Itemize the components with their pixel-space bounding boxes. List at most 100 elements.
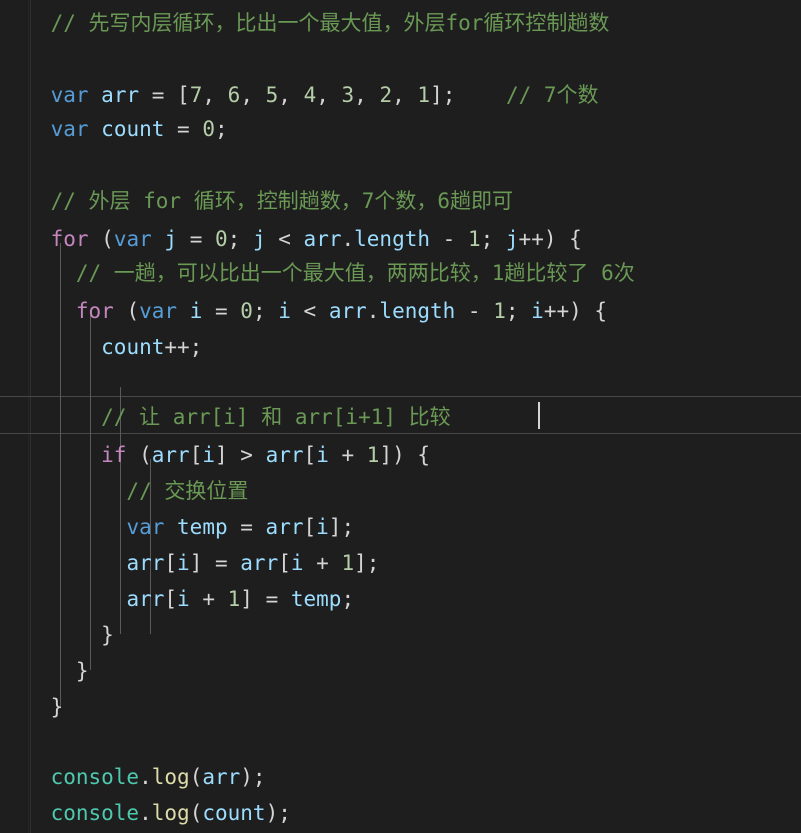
code-token: // 先写内层循环，比出一个最大值，外层for循环控制趟数 <box>0 11 610 35</box>
code-token: [ <box>303 443 317 467</box>
code-token: for <box>50 227 89 251</box>
line-comment-inner-pass[interactable]: // 一趟，可以比出一个最大值，两两比较，1趟比较了 6次 <box>0 256 801 290</box>
code-token: 0 <box>240 299 253 323</box>
line-if-compare[interactable]: if (arr[i] > arr[i + 1]) { <box>0 438 801 472</box>
code-token: = <box>227 515 266 539</box>
code-token: j <box>505 227 519 251</box>
line-blank-2[interactable] <box>0 146 801 180</box>
line-for-j[interactable]: for (var j = 0; j < arr.length - 1; j++)… <box>0 222 801 256</box>
code-token: . <box>366 299 380 323</box>
line-var-arr[interactable]: var arr = [7, 6, 5, 4, 3, 2, 1]; // 7个数 <box>0 78 801 112</box>
code-token: console <box>50 801 140 825</box>
code-token: i <box>189 299 203 323</box>
line-assign-arr-i-plus-1[interactable]: arr[i + 1] = temp; <box>0 582 801 616</box>
code-token: , <box>278 83 304 107</box>
code-token: arr <box>240 551 279 575</box>
line-close-for-i[interactable]: } <box>0 654 801 688</box>
code-token: i <box>316 443 329 467</box>
code-token: console <box>50 765 140 789</box>
code-token: arr <box>126 587 165 611</box>
code-token: i <box>290 551 304 575</box>
code-token: ( <box>189 765 203 789</box>
code-token: arr <box>265 515 304 539</box>
line-close-if[interactable]: } <box>0 618 801 652</box>
code-token: ++ <box>543 299 570 323</box>
code-token: i <box>177 587 190 611</box>
line-close-for-j[interactable]: } <box>0 690 801 724</box>
code-editor[interactable]: // 先写内层循环，比出一个最大值，外层for循环控制趟数 var arr = … <box>0 0 801 833</box>
code-token: var <box>50 117 89 141</box>
code-token: 7 <box>189 83 203 107</box>
code-token: j <box>164 227 178 251</box>
line-log-arr[interactable]: console.log(arr); <box>0 760 801 794</box>
code-token: length <box>354 227 430 251</box>
code-token: arr <box>151 443 190 467</box>
code-token: + <box>328 443 367 467</box>
code-token: } <box>0 659 89 683</box>
code-content[interactable]: // 先写内层循环，比出一个最大值，外层for循环控制趟数 var arr = … <box>0 0 801 833</box>
code-token: 0 <box>202 117 215 141</box>
code-token: = <box>202 299 241 323</box>
code-token: } <box>0 623 114 647</box>
line-comment-outer-for[interactable]: // 外层 for 循环，控制趟数，7个数，6趟即可 <box>0 184 801 218</box>
code-token: , <box>392 83 418 107</box>
line-comment-outer-intro[interactable]: // 先写内层循环，比出一个最大值，外层for循环控制趟数 <box>0 6 801 40</box>
code-token: i <box>531 299 544 323</box>
code-token: ]; <box>328 515 355 539</box>
code-token: var <box>139 299 178 323</box>
code-token: ); <box>265 801 291 825</box>
line-log-count[interactable]: console.log(count); <box>0 796 801 830</box>
code-token: - <box>430 227 468 251</box>
line-blank-4[interactable] <box>0 724 801 758</box>
line-var-temp[interactable]: var temp = arr[i]; <box>0 510 801 544</box>
code-token: . <box>341 227 355 251</box>
code-token: count <box>101 117 165 141</box>
code-token: 1 <box>366 443 380 467</box>
code-token: 4 <box>303 83 317 107</box>
code-token: 1 <box>467 227 481 251</box>
code-token: . <box>139 765 152 789</box>
code-token: = <box>164 117 203 141</box>
code-token: ; <box>227 227 253 251</box>
code-token: + <box>303 551 342 575</box>
code-token: = <box>252 587 291 611</box>
line-count-increment[interactable]: count++; <box>0 330 801 364</box>
code-token: ++ <box>164 335 190 359</box>
code-token: > <box>227 443 266 467</box>
code-token: i <box>278 299 291 323</box>
code-token: log <box>151 765 190 789</box>
code-token: var <box>113 227 152 251</box>
code-token: . <box>139 801 152 825</box>
code-token: - <box>455 299 494 323</box>
code-token: i <box>316 515 329 539</box>
line-var-count[interactable]: var count = 0; <box>0 112 801 146</box>
code-token: = <box>177 227 215 251</box>
line-comment-swap[interactable]: // 交换位置 <box>0 474 801 508</box>
line-for-i[interactable]: for (var i = 0; i < arr.length - 1; i++)… <box>0 294 801 328</box>
line-blank-3[interactable] <box>0 364 801 398</box>
code-token: ]) { <box>379 443 431 467</box>
code-token: // 7个数 <box>455 83 599 107</box>
code-token: // 交换位置 <box>0 479 249 503</box>
code-token: ] <box>240 587 253 611</box>
line-comment-compare[interactable]: // 让 arr[i] 和 arr[i+1] 比较 <box>0 400 801 434</box>
code-token: ]; <box>430 83 456 107</box>
line-assign-arr-i[interactable]: arr[i] = arr[i + 1]; <box>0 546 801 580</box>
line-blank-1[interactable] <box>0 40 801 74</box>
code-token: 1 <box>227 587 241 611</box>
code-token: i <box>202 443 215 467</box>
code-token: 0 <box>215 227 228 251</box>
code-token: // 让 arr[i] 和 arr[i+1] 比较 <box>0 405 451 429</box>
code-token: = <box>202 551 241 575</box>
code-token: , <box>202 83 228 107</box>
text-caret <box>538 402 540 429</box>
code-token: arr <box>303 227 342 251</box>
code-token: [ <box>278 551 291 575</box>
